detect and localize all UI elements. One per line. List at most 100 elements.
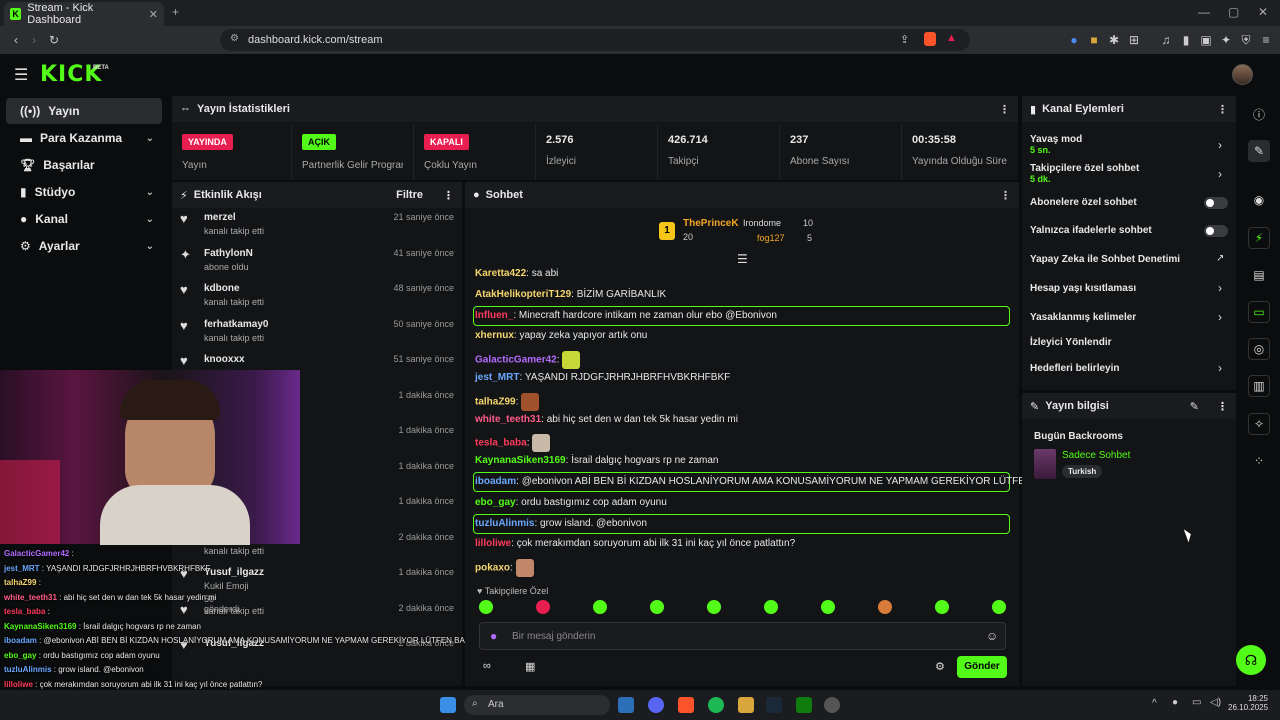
nodes-icon[interactable]: ⁘ <box>1248 450 1270 472</box>
more-options-icon[interactable]: ⋮ <box>1217 400 1228 413</box>
extension-icon-1[interactable]: ● <box>1066 32 1082 48</box>
sidebar-item-ayarlar[interactable]: ⚙ Ayarlar ⌄ <box>6 233 162 259</box>
close-tab-icon[interactable]: ✕ <box>149 8 158 21</box>
browser-menu-icon[interactable]: ≡ <box>1258 32 1274 48</box>
chat-username[interactable]: jest_MRT <box>475 372 519 383</box>
url-bar[interactable]: ⚙ dashboard.kick.com/stream ⇪ ▲ <box>220 29 970 51</box>
obs-icon[interactable] <box>824 697 840 713</box>
extensions-puzzle-icon[interactable]: ✱ <box>1106 32 1122 48</box>
more-options-icon[interactable]: ⋮ <box>1217 103 1228 116</box>
chevron-right-icon[interactable]: › <box>1218 310 1222 324</box>
screenshot-icon[interactable]: ⊞ <box>1126 32 1142 48</box>
clock[interactable]: 18:25 26.10.2025 <box>1228 694 1268 712</box>
raid-item[interactable]: İzleyici Yönlendir <box>1030 337 1230 348</box>
windows-start-icon[interactable] <box>440 697 456 713</box>
taskbar-search[interactable]: ⌕ Ara <box>464 695 610 715</box>
emotes-only-toggle[interactable] <box>1204 225 1228 237</box>
chevron-right-icon[interactable]: › <box>1218 167 1222 181</box>
emote-button[interactable] <box>650 600 664 614</box>
chat-username[interactable]: AtakHelikopteriT129 <box>475 289 571 300</box>
ai-icon[interactable]: ✦ <box>1218 32 1234 48</box>
more-options-icon[interactable]: ⋮ <box>443 189 454 202</box>
more-options-icon[interactable]: ⋮ <box>999 103 1010 116</box>
sidebar-item-para-kazanma[interactable]: ▬ Para Kazanma ⌄ <box>6 125 162 151</box>
vpn-icon[interactable]: ⛨ <box>1238 32 1254 48</box>
app-icon[interactable] <box>738 697 754 713</box>
category-link[interactable]: Sadece Sohbet <box>1062 450 1130 461</box>
event-username[interactable]: kdbone <box>204 283 264 294</box>
support-icon[interactable]: ☊ <box>1236 645 1266 675</box>
avatar[interactable] <box>1232 64 1253 85</box>
brave-shield-icon[interactable] <box>924 32 936 46</box>
xbox-icon[interactable] <box>796 697 812 713</box>
chat-username[interactable]: Influen_ <box>475 310 513 321</box>
chat-username[interactable]: white_teeth31 <box>475 414 541 425</box>
chat-username[interactable]: tuzluAlinmis <box>475 518 534 529</box>
discord-icon[interactable] <box>648 697 664 713</box>
wrench-icon[interactable]: ✧ <box>1248 413 1270 435</box>
emoji-icon[interactable]: ☺ <box>986 629 998 643</box>
event-username[interactable]: Yusuf_ilgazz <box>204 567 264 578</box>
emote-button[interactable] <box>479 600 493 614</box>
chevron-right-icon[interactable]: › <box>1218 138 1222 152</box>
chat-username[interactable]: Karetta422 <box>475 268 526 279</box>
steam-icon[interactable] <box>618 697 634 713</box>
broadcast-icon[interactable]: ◎ <box>1248 338 1270 360</box>
filter-button[interactable]: Filtre <box>396 189 423 201</box>
site-info-icon[interactable]: ⚙ <box>230 33 239 44</box>
pinned-menu-icon[interactable]: ☰ <box>737 252 748 266</box>
sidebar-item-studyo[interactable]: ▮ Stüdyo ⌄ <box>6 179 162 205</box>
send-button[interactable]: Gönder <box>957 656 1007 678</box>
emote-button[interactable] <box>593 600 607 614</box>
chat-settings-icon[interactable]: ∞ <box>483 660 491 672</box>
emote-button[interactable] <box>764 600 778 614</box>
chat-username[interactable]: talhaZ99 <box>475 396 516 407</box>
volume-icon[interactable]: ◁) <box>1210 697 1221 708</box>
event-username[interactable]: merzel <box>204 212 264 223</box>
sidebar-item-yayin[interactable]: ((•)) Yayın <box>6 98 162 124</box>
sidebar-item-kanal[interactable]: ● Kanal ⌄ <box>6 206 162 232</box>
tray-chevron-icon[interactable]: ^ <box>1152 698 1157 709</box>
emote-button[interactable] <box>536 600 550 614</box>
wallet-icon[interactable]: ▣ <box>1198 32 1214 48</box>
brave-rewards-icon[interactable]: ▲ <box>946 32 957 44</box>
reload-icon[interactable]: ↻ <box>46 32 62 48</box>
info-icon[interactable]: ⓘ <box>1248 103 1270 125</box>
minimize-icon[interactable]: — <box>1198 5 1210 19</box>
hamburger-menu-icon[interactable]: ☰ <box>14 65 28 85</box>
emote-button[interactable] <box>821 600 835 614</box>
chevron-right-icon[interactable]: › <box>1218 361 1222 375</box>
spotify-icon[interactable] <box>708 697 724 713</box>
emote-button[interactable] <box>878 600 892 614</box>
followers-only-item[interactable]: Takipçilere özel sohbet 5 dk. <box>1030 163 1230 184</box>
microphone-icon[interactable]: ● <box>490 629 497 643</box>
store-icon[interactable]: ▦ <box>525 660 535 673</box>
chevron-right-icon[interactable]: › <box>1218 281 1222 295</box>
emote-button[interactable] <box>707 600 721 614</box>
chat-username[interactable]: KaynanaSiken3169 <box>475 455 566 466</box>
extension-icon-2[interactable]: ■ <box>1086 32 1102 48</box>
ai-moderation-item[interactable]: Yapay Zeka ile Sohbet Denetimi <box>1030 254 1230 265</box>
subscribers-only-toggle[interactable] <box>1204 197 1228 209</box>
camera-icon[interactable]: ◉ <box>1248 189 1270 211</box>
steam-app-icon[interactable] <box>766 697 782 713</box>
pencil-icon[interactable]: ✎ <box>1248 140 1270 162</box>
chat-username[interactable]: iboadam <box>475 476 516 487</box>
external-link-icon[interactable]: ↗ <box>1216 253 1224 264</box>
back-icon[interactable]: ‹ <box>8 32 24 48</box>
edit-icon[interactable]: ✎ <box>1190 400 1199 413</box>
lightning-icon[interactable]: ⚡ <box>1248 227 1270 249</box>
chat-username[interactable]: GalacticGamer42 <box>475 355 557 366</box>
sidebar-item-basarilar[interactable]: 🏆︎ Başarılar <box>6 152 162 178</box>
new-tab-icon[interactable]: + <box>172 5 179 19</box>
emote-button[interactable] <box>992 600 1006 614</box>
emote-button[interactable] <box>935 600 949 614</box>
event-username[interactable]: ferhatkamay0 <box>204 319 268 330</box>
forward-icon[interactable]: › <box>26 32 42 48</box>
server-icon[interactable]: ▥ <box>1248 375 1270 397</box>
second-gifter-name[interactable]: Irondome <box>743 218 781 228</box>
sidebar-toggle-icon[interactable]: ▮ <box>1178 32 1194 48</box>
category-thumbnail[interactable] <box>1034 449 1056 479</box>
maximize-icon[interactable]: ▢ <box>1228 5 1239 19</box>
gear-icon[interactable]: ⚙ <box>935 660 945 673</box>
